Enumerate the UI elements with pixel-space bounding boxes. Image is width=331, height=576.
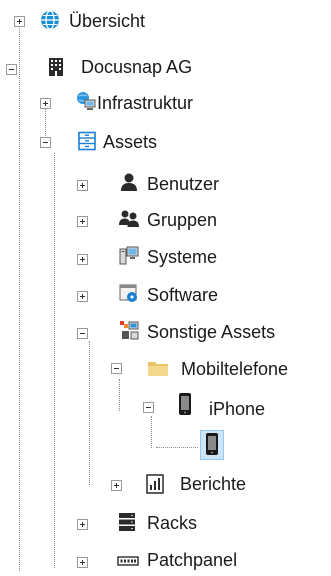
tree-label-assets[interactable]: Assets xyxy=(103,131,157,153)
collapse-toggle-mobile-phones[interactable] xyxy=(111,363,122,374)
tree-label-users[interactable]: Benutzer xyxy=(147,173,219,195)
assets-icon xyxy=(77,131,97,151)
tree-line xyxy=(151,416,152,448)
collapse-toggle-iphone[interactable] xyxy=(143,402,154,413)
phone-icon xyxy=(175,392,195,415)
phone-icon xyxy=(202,432,222,455)
folder-icon xyxy=(147,358,168,378)
tree-line xyxy=(89,341,90,485)
expand-toggle-racks[interactable] xyxy=(77,519,88,530)
expand-toggle-patchpanel[interactable] xyxy=(77,557,88,568)
expand-toggle-systems[interactable] xyxy=(77,254,88,265)
tree-label-mobile-phones[interactable]: Mobiltelefone xyxy=(181,358,288,380)
tree-label-iphone[interactable]: iPhone xyxy=(209,398,265,420)
user-icon xyxy=(119,172,139,192)
tree-label-company[interactable]: Docusnap AG xyxy=(81,56,192,78)
report-icon xyxy=(145,474,165,494)
group-icon xyxy=(119,208,139,228)
tree-label-overview[interactable]: Übersicht xyxy=(69,10,145,32)
expand-toggle-groups[interactable] xyxy=(77,216,88,227)
computer-icon xyxy=(119,245,139,265)
tree-label-other-assets[interactable]: Sonstige Assets xyxy=(147,321,275,343)
globe-icon xyxy=(40,10,60,30)
tree-label-racks[interactable]: Racks xyxy=(147,512,197,534)
tree-line xyxy=(156,447,198,448)
other-assets-icon xyxy=(119,320,139,340)
tree-label-systems[interactable]: Systeme xyxy=(147,246,217,268)
network-icon xyxy=(76,91,96,111)
software-icon xyxy=(119,283,139,303)
collapse-toggle-other-assets[interactable] xyxy=(77,328,88,339)
navigation-tree: Übersicht Docusnap AG Infrastruktur Asse… xyxy=(0,0,331,574)
expand-toggle-infrastructure[interactable] xyxy=(40,98,51,109)
building-icon xyxy=(46,57,66,77)
tree-line xyxy=(119,379,120,411)
tree-label-groups[interactable]: Gruppen xyxy=(147,209,217,231)
tree-label-reports[interactable]: Berichte xyxy=(180,473,246,495)
tree-line xyxy=(54,153,55,568)
collapse-toggle-assets[interactable] xyxy=(40,137,51,148)
expand-toggle-reports[interactable] xyxy=(111,480,122,491)
expand-toggle-software[interactable] xyxy=(77,291,88,302)
tree-label-software[interactable]: Software xyxy=(147,284,218,306)
tree-label-patchpanel[interactable]: Patchpanel xyxy=(147,549,237,571)
tree-line xyxy=(19,26,20,571)
collapse-toggle-company[interactable] xyxy=(6,64,17,75)
tree-label-infrastructure[interactable]: Infrastruktur xyxy=(97,92,193,114)
rack-icon xyxy=(117,512,137,532)
expand-toggle-overview[interactable] xyxy=(14,16,25,27)
expand-toggle-users[interactable] xyxy=(77,180,88,191)
patchpanel-icon xyxy=(117,551,139,571)
